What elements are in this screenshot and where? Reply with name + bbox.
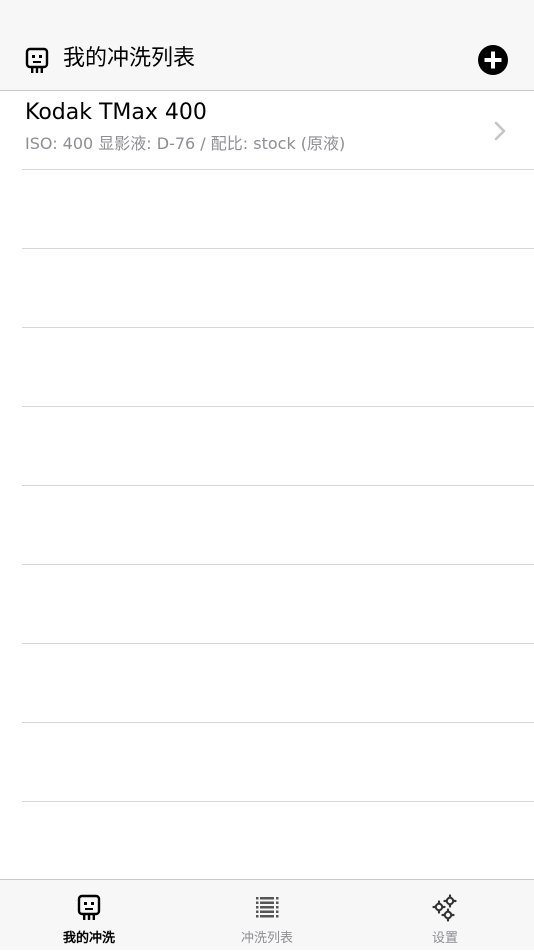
empty-row bbox=[22, 407, 534, 486]
robot-face-icon bbox=[77, 894, 101, 920]
tab-develop-list[interactable]: 冲洗列表 bbox=[178, 880, 356, 951]
empty-row bbox=[22, 328, 534, 407]
empty-row bbox=[22, 486, 534, 565]
tab-settings[interactable]: 设置 bbox=[356, 880, 534, 951]
tab-label: 冲洗列表 bbox=[240, 931, 293, 946]
empty-row bbox=[22, 723, 534, 802]
list-icon bbox=[256, 897, 279, 918]
empty-row bbox=[22, 249, 534, 328]
tab-label: 我的冲洗 bbox=[62, 931, 115, 946]
list-item-title: Kodak TMax 400 bbox=[25, 100, 207, 125]
robot-face-icon bbox=[25, 47, 49, 73]
tab-bar: 我的冲洗 冲洗列表 设置 bbox=[0, 879, 534, 950]
tab-label: 设置 bbox=[431, 931, 458, 946]
empty-row bbox=[22, 644, 534, 723]
gears-icon bbox=[432, 894, 457, 922]
list-item-subtitle: ISO: 400 显影液: D-76 / 配比: stock (原液) bbox=[25, 134, 346, 153]
add-button[interactable] bbox=[477, 44, 509, 76]
navigation-bar: 我的冲洗列表 bbox=[0, 0, 534, 91]
empty-row bbox=[22, 802, 534, 881]
empty-row bbox=[22, 565, 534, 644]
develop-list: Kodak TMax 400 ISO: 400 显影液: D-76 / 配比: … bbox=[0, 91, 534, 881]
page-title: 我的冲洗列表 bbox=[63, 46, 196, 71]
empty-row bbox=[22, 170, 534, 249]
chevron-right-icon bbox=[494, 121, 506, 141]
list-item[interactable]: Kodak TMax 400 ISO: 400 显影液: D-76 / 配比: … bbox=[22, 91, 534, 170]
tab-my-develops[interactable]: 我的冲洗 bbox=[0, 880, 178, 951]
